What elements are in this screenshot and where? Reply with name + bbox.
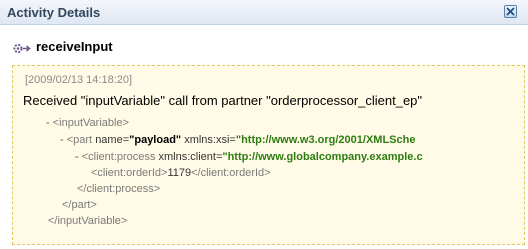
xml-process-close-line: </client:process> <box>77 183 160 195</box>
event-timestamp: [2009/02/13 14:18:20] <box>25 74 133 86</box>
order-id-value: 1179 <box>167 167 192 179</box>
xml-tag: </client:process> <box>77 183 161 195</box>
close-icon <box>506 7 515 16</box>
xml-tag: </inputVariable> <box>48 215 128 227</box>
event-message: Received "inputVariable" call from partn… <box>23 93 423 108</box>
xml-tag: </part> <box>62 199 97 211</box>
xml-attr-value: "payload" <box>129 134 182 146</box>
collapse-toggle[interactable]: - <box>75 151 79 163</box>
collapse-toggle[interactable]: - <box>46 117 50 129</box>
xml-ns-value: "http://www.w3.org/2001/XMLSche <box>235 134 416 146</box>
activity-detail-panel: [2009/02/13 14:18:20] Received "inputVar… <box>12 65 525 245</box>
xml-part-open-line: - <part name="payload" xmlns:xsi="http:/… <box>60 134 415 146</box>
xml-ns-name: xmlns:xsi= <box>184 134 236 146</box>
xml-ns-name: xmlns:client= <box>158 151 223 163</box>
xml-input-variable-close-line: </inputVariable> <box>48 215 127 227</box>
xml-tag: <client:process <box>81 151 156 163</box>
xml-tag: </client:orderId> <box>191 167 271 179</box>
gear-activity-icon <box>13 41 31 59</box>
close-button[interactable] <box>504 5 517 18</box>
xml-input-variable-open-line: - <inputVariable> <box>46 117 129 129</box>
xml-process-open-line: - <client:process xmlns:client="http://w… <box>75 151 423 163</box>
xml-tag: <part <box>66 134 93 146</box>
xml-tag: <inputVariable> <box>52 117 129 129</box>
xml-order-id-line: <client:orderId>1179</client:orderId> <box>91 167 271 179</box>
xml-part-close-line: </part> <box>62 199 97 211</box>
xml-attr-name: name= <box>95 134 130 146</box>
collapse-toggle[interactable]: - <box>60 134 64 146</box>
window-titlebar: Activity Details <box>0 0 528 25</box>
xml-ns-value: "http://www.globalcompany.example.c <box>222 151 423 163</box>
xml-tag: <client:orderId> <box>91 167 168 179</box>
window-title: Activity Details <box>7 5 101 20</box>
activity-name: receiveInput <box>36 39 113 54</box>
